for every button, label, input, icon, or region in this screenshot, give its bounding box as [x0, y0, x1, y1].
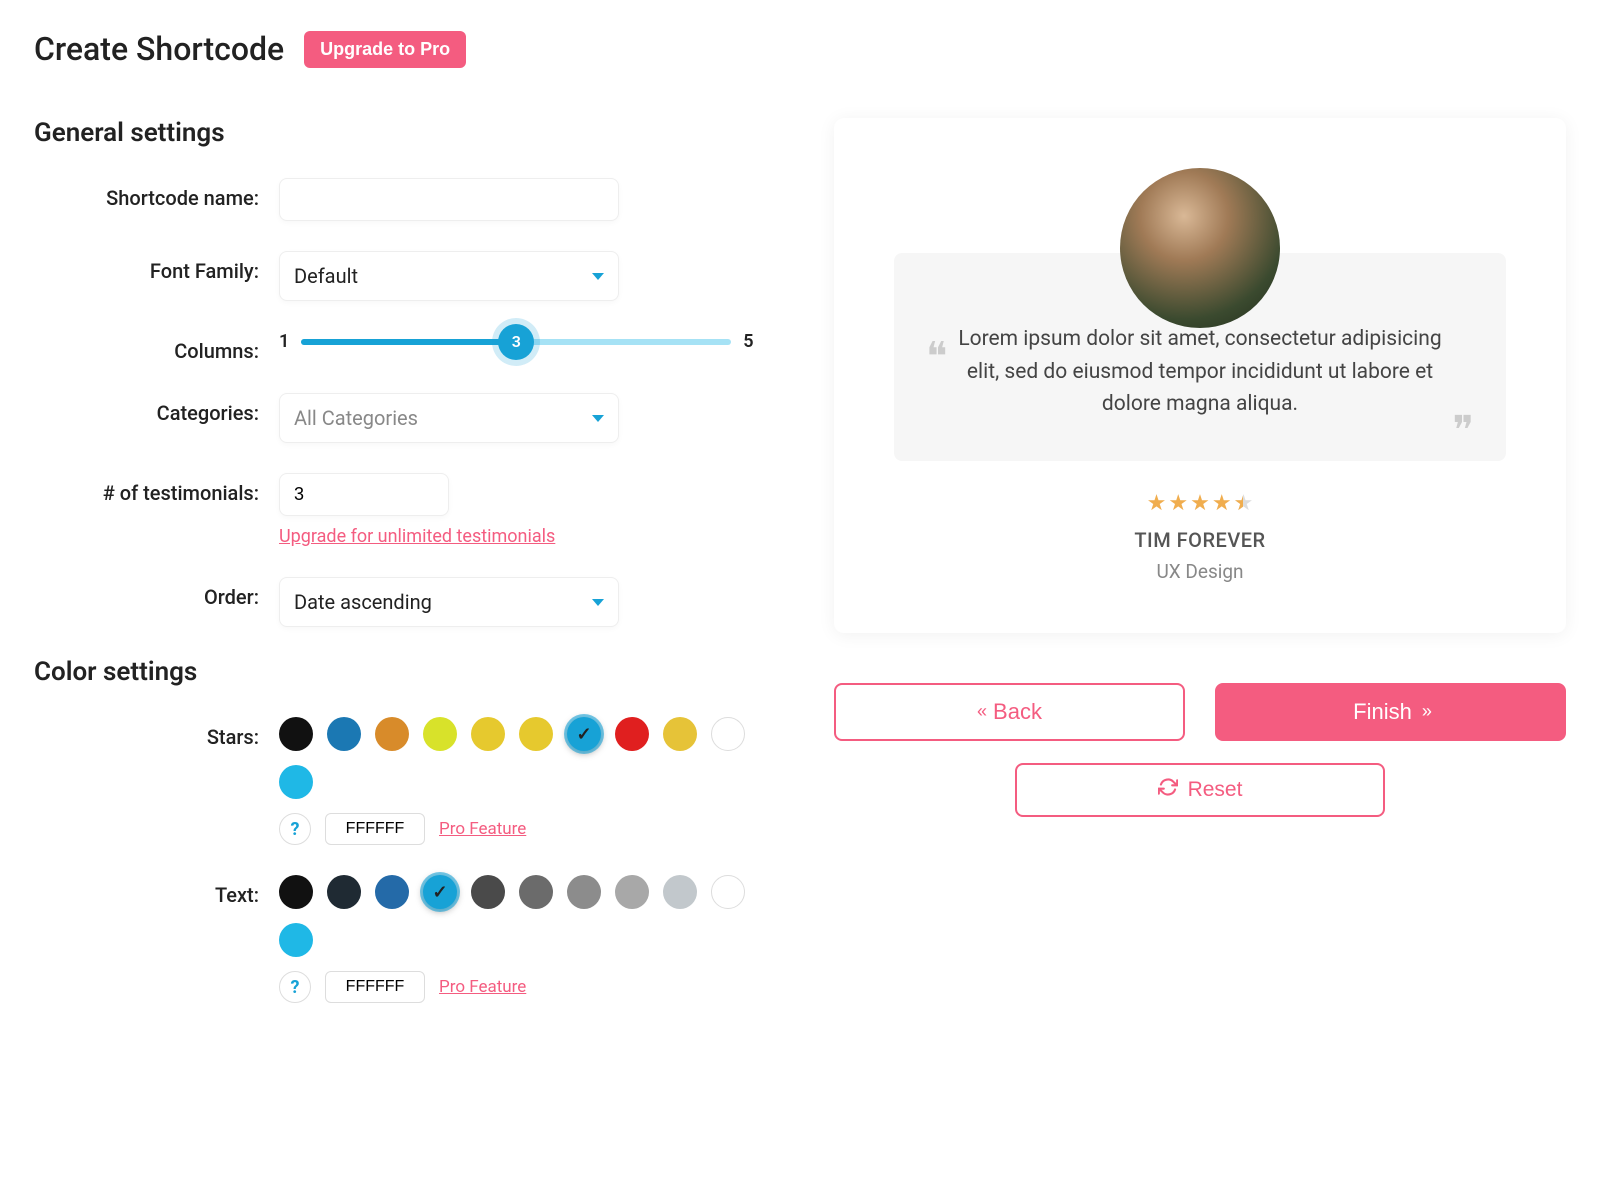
check-icon: ✓: [576, 724, 591, 745]
star-icon: ★: [1212, 491, 1232, 516]
star-icon: ★: [1190, 491, 1210, 516]
chevron-left-icon: «: [977, 701, 983, 722]
testimonials-count-input[interactable]: [279, 473, 449, 516]
color-swatch[interactable]: [327, 717, 361, 751]
reset-button-label: Reset: [1188, 778, 1243, 802]
preview-card: ❝ Lorem ipsum dolor sit amet, consectetu…: [834, 118, 1566, 633]
caret-down-icon: [592, 415, 604, 422]
color-swatch[interactable]: [279, 875, 313, 909]
shortcode-name-input[interactable]: [279, 178, 619, 221]
color-swatch[interactable]: [519, 875, 553, 909]
columns-min: 1: [279, 331, 289, 352]
color-swatch[interactable]: [327, 875, 361, 909]
columns-slider-thumb[interactable]: 3: [498, 324, 534, 360]
font-family-select[interactable]: Default: [279, 251, 619, 301]
color-settings-heading: Color settings: [34, 657, 794, 687]
color-swatch[interactable]: [663, 875, 697, 909]
finish-button-label: Finish: [1353, 699, 1412, 725]
reset-button[interactable]: Reset: [1015, 763, 1385, 817]
color-swatch[interactable]: [375, 875, 409, 909]
color-swatch[interactable]: ✓: [423, 875, 457, 909]
order-value: Date ascending: [294, 590, 432, 614]
color-swatch[interactable]: [519, 717, 553, 751]
quote-text: Lorem ipsum dolor sit amet, consectetur …: [952, 323, 1448, 421]
general-settings-heading: General settings: [34, 118, 794, 148]
page-title: Create Shortcode: [34, 30, 284, 68]
finish-button[interactable]: Finish »: [1215, 683, 1566, 741]
columns-max: 5: [743, 331, 753, 352]
shortcode-name-label: Shortcode name:: [34, 178, 279, 210]
text-swatches: ✓: [279, 875, 759, 957]
stars-hex-input[interactable]: [325, 813, 425, 845]
color-swatch[interactable]: [567, 875, 601, 909]
testimonials-count-label: # of testimonials:: [34, 473, 279, 505]
text-hex-input[interactable]: [325, 971, 425, 1003]
stars-color-label: Stars:: [34, 717, 279, 749]
rating-stars: ★ ★ ★ ★ ★: [894, 491, 1506, 516]
order-select[interactable]: Date ascending: [279, 577, 619, 627]
color-swatch[interactable]: ✓: [567, 717, 601, 751]
star-icon: ★: [1168, 491, 1188, 516]
quote-open-icon: ❝: [926, 347, 948, 367]
author-name: TIM FOREVER: [894, 528, 1506, 552]
help-icon[interactable]: ?: [279, 971, 311, 1003]
color-swatch[interactable]: [615, 717, 649, 751]
color-swatch[interactable]: [663, 717, 697, 751]
color-swatch[interactable]: [375, 717, 409, 751]
quote-close-icon: ❞: [1452, 421, 1474, 441]
columns-label: Columns:: [34, 331, 279, 363]
color-swatch[interactable]: [279, 923, 313, 957]
color-swatch[interactable]: [423, 717, 457, 751]
font-family-value: Default: [294, 264, 358, 288]
chevron-right-icon: »: [1422, 701, 1428, 722]
stars-swatches: ✓: [279, 717, 759, 799]
color-swatch[interactable]: [471, 875, 505, 909]
upgrade-unlimited-link[interactable]: Upgrade for unlimited testimonials: [279, 526, 555, 547]
color-swatch[interactable]: [279, 717, 313, 751]
order-label: Order:: [34, 577, 279, 609]
columns-slider[interactable]: 3: [301, 337, 731, 347]
help-icon[interactable]: ?: [279, 813, 311, 845]
refresh-icon: [1158, 777, 1178, 803]
avatar: [1120, 168, 1280, 328]
color-swatch[interactable]: [615, 875, 649, 909]
star-half-icon: ★: [1234, 491, 1254, 516]
color-swatch[interactable]: [279, 765, 313, 799]
font-family-label: Font Family:: [34, 251, 279, 283]
color-swatch[interactable]: [711, 875, 745, 909]
caret-down-icon: [592, 273, 604, 280]
categories-label: Categories:: [34, 393, 279, 425]
star-icon: ★: [1147, 491, 1167, 516]
back-button[interactable]: « Back: [834, 683, 1185, 741]
text-color-label: Text:: [34, 875, 279, 907]
categories-select[interactable]: All Categories: [279, 393, 619, 443]
check-icon: ✓: [432, 882, 447, 903]
caret-down-icon: [592, 599, 604, 606]
author-role: UX Design: [894, 560, 1506, 583]
pro-feature-link[interactable]: Pro Feature: [439, 977, 526, 997]
pro-feature-link[interactable]: Pro Feature: [439, 819, 526, 839]
color-swatch[interactable]: [711, 717, 745, 751]
color-swatch[interactable]: [471, 717, 505, 751]
back-button-label: Back: [993, 699, 1042, 725]
categories-value: All Categories: [294, 406, 418, 430]
upgrade-to-pro-button[interactable]: Upgrade to Pro: [304, 31, 466, 68]
